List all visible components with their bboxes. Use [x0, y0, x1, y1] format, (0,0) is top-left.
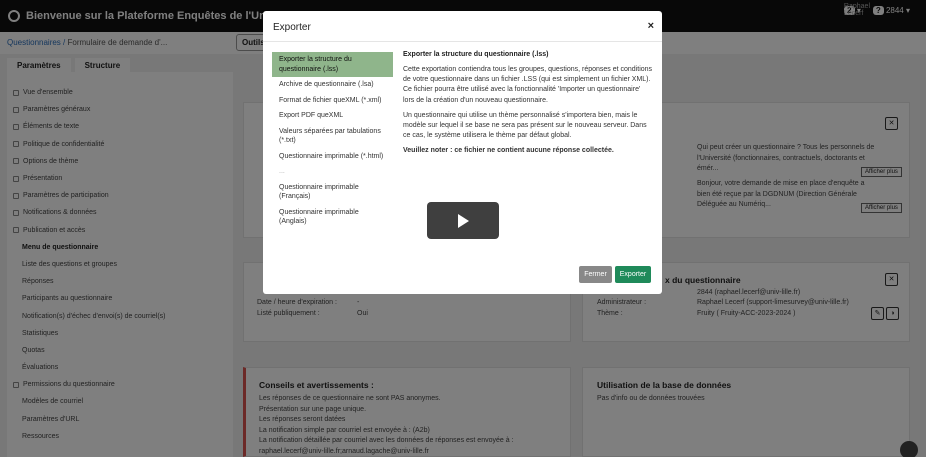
modal-divider	[263, 41, 662, 42]
video-player[interactable]	[427, 202, 499, 239]
export-options-list: Exporter la structure du questionnaire (…	[272, 52, 393, 230]
description-paragraph-1: Cette exportation contiendra tous les gr…	[403, 66, 653, 104]
description-paragraph-2: Un questionnaire qui utilise un thème pe…	[403, 111, 647, 140]
export-option-html[interactable]: Questionnaire imprimable (*.html)	[272, 149, 393, 165]
description-warning: Veuillez noter : ce fichier ne contient …	[403, 147, 614, 155]
modal-title: Exporter	[273, 22, 311, 33]
export-description: Exporter la structure du questionnaire (…	[403, 51, 653, 162]
play-icon[interactable]	[458, 214, 469, 228]
export-option-print-en[interactable]: Questionnaire imprimable (Anglais)	[272, 205, 393, 230]
exporter-button[interactable]: Exporter	[615, 266, 651, 283]
export-option-quexml-pdf[interactable]: Export PDF queXML	[272, 108, 393, 124]
fermer-button[interactable]: Fermer	[579, 266, 612, 283]
export-option-more: ...	[279, 168, 285, 175]
close-icon[interactable]: ×	[648, 20, 654, 32]
export-option-tsv[interactable]: Valeurs séparées par tabulations (*.txt)	[272, 124, 393, 149]
export-option-quexml[interactable]: Format de fichier queXML (*.xml)	[272, 93, 393, 109]
description-title: Exporter la structure du questionnaire (…	[403, 51, 549, 58]
export-modal: Exporter × Exporter la structure du ques…	[263, 11, 662, 294]
export-option-print-fr[interactable]: Questionnaire imprimable (Français)	[272, 180, 393, 205]
export-option-lsa[interactable]: Archive de questionnaire (.lsa)	[272, 77, 393, 93]
export-option-lss[interactable]: Exporter la structure du questionnaire (…	[272, 52, 393, 77]
chat-icon[interactable]	[900, 441, 918, 457]
